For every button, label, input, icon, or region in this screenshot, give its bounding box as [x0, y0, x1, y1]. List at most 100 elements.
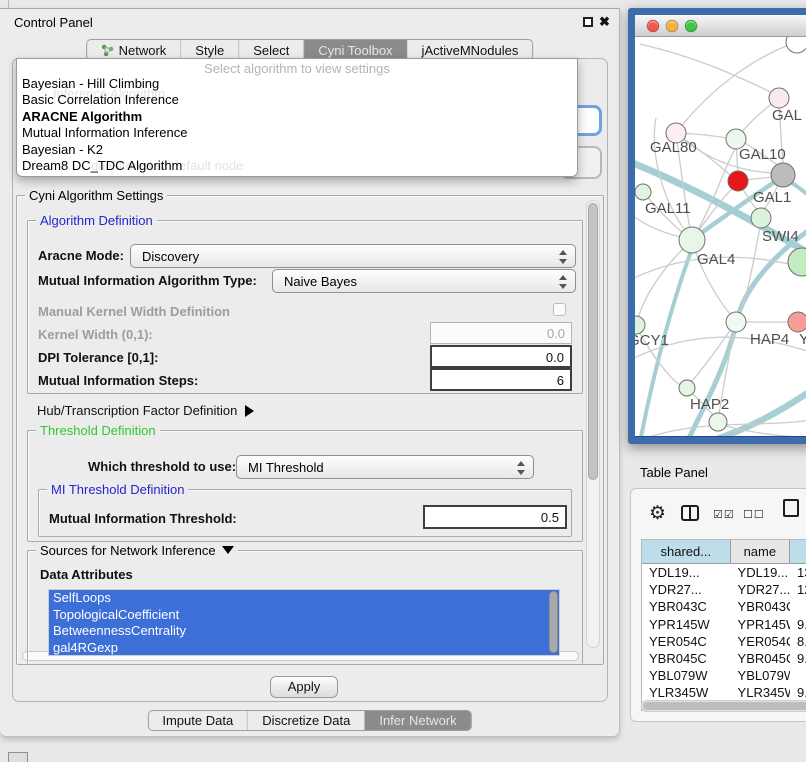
table-cell[interactable]: 9. — [790, 616, 806, 633]
table-row[interactable]: YBR045CYBR045C9. — [642, 650, 806, 667]
network-canvas[interactable]: GALGAL80GAL10GAL1GAL11SWI4GAL4GCY1HAP4YH… — [635, 37, 806, 436]
algorithm-option[interactable]: Dream8 DC_TDC Algorithm — [17, 158, 577, 174]
mi-threshold-field[interactable]: 0.5 — [423, 505, 567, 529]
algorithm-option[interactable]: Bayesian - K2 — [17, 142, 577, 158]
table-row[interactable]: YBR043CYBR043C — [642, 598, 806, 615]
table-cell[interactable]: YDL19... — [731, 564, 790, 581]
table-cell[interactable]: YPR145W — [731, 616, 790, 633]
zoom-traffic-light-icon[interactable] — [685, 20, 697, 32]
document-icon[interactable] — [783, 499, 799, 517]
table-cell[interactable]: YDR27... — [731, 581, 790, 598]
network-node-y[interactable] — [788, 312, 806, 332]
attribute-list-item[interactable]: TopologicalCoefficient — [49, 607, 559, 624]
network-node-gal[interactable] — [769, 88, 789, 108]
network-node-gal4[interactable] — [679, 227, 705, 253]
apply-button[interactable]: Apply — [270, 676, 338, 698]
tab-network[interactable]: Network — [87, 40, 182, 60]
minimize-traffic-light-icon[interactable] — [666, 20, 678, 32]
which-threshold-combo[interactable]: MI Threshold — [236, 455, 534, 479]
algorithm-option[interactable]: ARACNE Algorithm — [17, 109, 577, 125]
network-node[interactable] — [771, 163, 795, 187]
table-cell[interactable]: YBR043C — [642, 598, 731, 615]
float-window-icon[interactable] — [583, 17, 593, 27]
table-cell[interactable]: 9. — [790, 650, 806, 667]
scrollbar-thumb[interactable] — [643, 702, 806, 710]
tab-impute-data[interactable]: Impute Data — [148, 711, 248, 730]
column-header-name[interactable]: name — [731, 540, 790, 563]
table-row[interactable]: YDL19...YDL19...13 — [642, 564, 806, 581]
column-header-shared[interactable]: shared... — [642, 540, 731, 563]
close-traffic-light-icon[interactable] — [647, 20, 659, 32]
network-node-gal11[interactable] — [635, 184, 651, 200]
table-cell[interactable]: YER054C — [642, 633, 731, 650]
table-cell[interactable]: 13 — [790, 564, 806, 581]
table-row[interactable]: YDR27...YDR27...12 — [642, 581, 806, 598]
table-cell[interactable]: YPR145W — [642, 616, 731, 633]
table-cell[interactable]: 8. — [790, 633, 806, 650]
table-cell[interactable]: YBR043C — [731, 598, 790, 615]
dpi-tolerance-field[interactable]: 0.0 — [430, 345, 572, 368]
scrollbar-thumb[interactable] — [588, 203, 598, 480]
table-row[interactable]: YER054CYER054C8. — [642, 633, 806, 650]
unchecked-pair-icon[interactable]: ☐☐ — [743, 508, 765, 521]
columns-icon[interactable] — [681, 505, 699, 521]
table-horizontal-scrollbar[interactable] — [641, 700, 806, 712]
hub-definition-expander[interactable]: Hub/Transcription Factor Definition — [37, 403, 254, 418]
table-cell[interactable]: YBR045C — [731, 650, 790, 667]
network-node[interactable] — [788, 248, 806, 276]
stepper-icon — [516, 460, 525, 476]
which-threshold-label: Which threshold to use: — [88, 459, 236, 474]
network-node-hap4[interactable] — [726, 312, 746, 332]
data-attributes-list[interactable]: SelfLoopsTopologicalCoefficientBetweenne… — [48, 589, 560, 656]
mi-steps-field[interactable]: 6 — [430, 368, 572, 391]
table-row[interactable]: YPR145WYPR145W9. — [642, 616, 806, 633]
tab-jactivemnodules[interactable]: jActiveMNodules — [408, 40, 533, 60]
tab-cyni-toolbox[interactable]: Cyni Toolbox — [304, 40, 407, 60]
aracne-mode-combo[interactable]: Discovery — [130, 244, 576, 268]
control-panel-title: Control Panel — [14, 15, 93, 30]
sources-title-expander[interactable]: Sources for Network Inference — [36, 543, 238, 558]
network-node[interactable] — [786, 37, 806, 53]
table-cell[interactable]: YBR045C — [642, 650, 731, 667]
kernel-width-field[interactable]: 0.0 — [430, 322, 572, 344]
gear-icon[interactable]: ⚙ — [649, 502, 666, 525]
close-icon[interactable]: ✖ — [599, 14, 610, 30]
aracne-mode-value: Discovery — [131, 249, 199, 264]
table-cell[interactable]: 9. — [790, 684, 806, 701]
table-cell[interactable]: YLR345W — [731, 684, 790, 701]
table-cell[interactable]: YBL079W — [642, 667, 731, 684]
attribute-list-item[interactable]: BetweennessCentrality — [49, 623, 559, 640]
table-cell[interactable]: 12 — [790, 581, 806, 598]
settings-vertical-scrollbar[interactable] — [586, 200, 600, 648]
algorithm-option[interactable]: Basic Correlation Inference — [17, 92, 577, 108]
table-cell[interactable]: YLR345W — [642, 684, 731, 701]
list-scrollbar-thumb[interactable] — [549, 591, 558, 653]
table-cell[interactable]: YBL079W — [731, 667, 790, 684]
attribute-list-item[interactable]: gal4RGexp — [49, 640, 559, 656]
network-node-swi4[interactable] — [751, 208, 771, 228]
table-cell[interactable] — [790, 667, 806, 684]
tab-select[interactable]: Select — [239, 40, 304, 60]
table-cell[interactable]: YER054C — [731, 633, 790, 650]
tab-discretize-data[interactable]: Discretize Data — [248, 711, 365, 730]
checked-pair-icon[interactable]: ☑☑ — [713, 508, 735, 521]
mi-algorithm-type-combo[interactable]: Naive Bayes — [272, 269, 576, 293]
tab-infer-network[interactable]: Infer Network — [365, 711, 470, 730]
algorithm-option[interactable]: Bayesian - Hill Climbing — [17, 76, 577, 92]
network-node-gal1[interactable] — [728, 171, 748, 191]
algorithm-option[interactable]: Mutual Information Inference — [17, 125, 577, 141]
table-cell[interactable]: YDR27... — [642, 581, 731, 598]
table-cell[interactable]: YDL19... — [642, 564, 731, 581]
table-row[interactable]: YBL079WYBL079W — [642, 667, 806, 684]
corner-grid-icon[interactable] — [8, 752, 28, 762]
network-view-window[interactable]: GALGAL80GAL10GAL1GAL11SWI4GAL4GCY1HAP4YH… — [628, 8, 806, 444]
network-node-hap2[interactable] — [679, 380, 695, 396]
table-cell[interactable] — [790, 598, 806, 615]
network-node[interactable] — [709, 413, 727, 431]
table-row[interactable]: YLR345WYLR345W9. — [642, 684, 806, 701]
manual-kernel-width-checkbox[interactable] — [553, 303, 566, 316]
column-header-cut[interactable] — [790, 540, 806, 563]
attribute-list-item[interactable]: SelfLoops — [49, 590, 559, 607]
tab-style[interactable]: Style — [181, 40, 239, 60]
node-label: GAL10 — [739, 146, 786, 163]
